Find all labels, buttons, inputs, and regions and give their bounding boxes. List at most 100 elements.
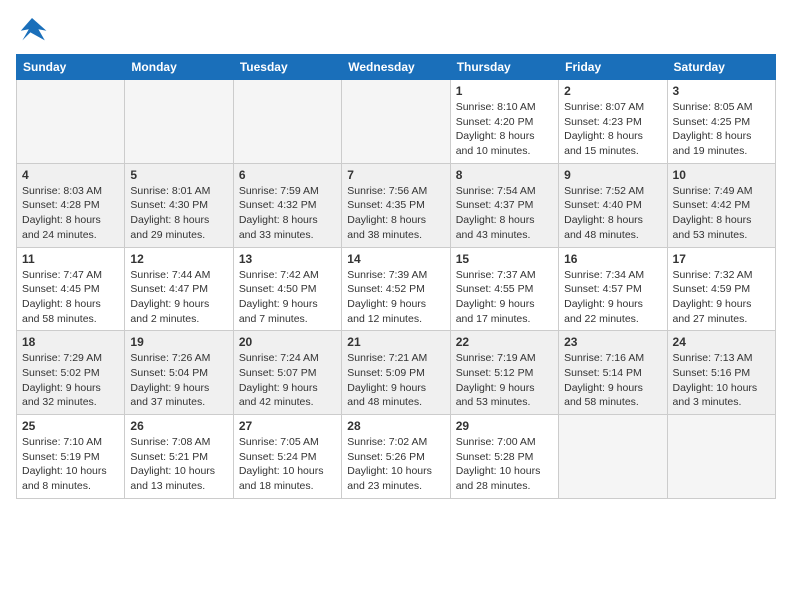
day-number: 19 (130, 335, 227, 349)
calendar-cell: 4 Sunrise: 8:03 AMSunset: 4:28 PMDaylight… (17, 163, 125, 247)
calendar-week-row: 4 Sunrise: 8:03 AMSunset: 4:28 PMDaylight… (17, 163, 776, 247)
calendar-col-header-sunday: Sunday (17, 55, 125, 80)
calendar-cell: 25 Sunrise: 7:10 AMSunset: 5:19 PMDayligh… (17, 415, 125, 499)
calendar-col-header-thursday: Thursday (450, 55, 558, 80)
day-info: Sunrise: 7:49 AMSunset: 4:42 PMDaylight:… (673, 184, 770, 243)
calendar-cell: 12Sunrise: 7:44 AMSunset: 4:47 PMDayligh… (125, 247, 233, 331)
calendar-cell: 13 Sunrise: 7:42 AMSunset: 4:50 PMDayligh… (233, 247, 341, 331)
calendar-cell (17, 80, 125, 164)
calendar-cell: 26 Sunrise: 7:08 AMSunset: 5:21 PMDayligh… (125, 415, 233, 499)
day-number: 16 (564, 252, 661, 266)
calendar-cell (667, 415, 775, 499)
day-info: Sunrise: 8:03 AMSunset: 4:28 PMDaylight:… (22, 184, 119, 243)
calendar-header-row: SundayMondayTuesdayWednesdayThursdayFrid… (17, 55, 776, 80)
calendar-cell (125, 80, 233, 164)
calendar-cell: 5Sunrise: 8:01 AMSunset: 4:30 PMDaylight… (125, 163, 233, 247)
day-number: 24 (673, 335, 770, 349)
day-number: 2 (564, 84, 661, 98)
calendar-cell: 14 Sunrise: 7:39 AMSunset: 4:52 PMDayligh… (342, 247, 450, 331)
page-header (16, 16, 776, 44)
day-number: 21 (347, 335, 444, 349)
day-info: Sunrise: 7:47 AMSunset: 4:45 PMDaylight:… (22, 268, 119, 327)
day-number: 20 (239, 335, 336, 349)
day-info: Sunrise: 7:05 AMSunset: 5:24 PMDaylight:… (239, 435, 336, 494)
calendar-week-row: 25 Sunrise: 7:10 AMSunset: 5:19 PMDayligh… (17, 415, 776, 499)
day-info: Sunrise: 7:26 AMSunset: 5:04 PMDaylight:… (130, 351, 227, 410)
calendar-cell: 22Sunrise: 7:19 AMSunset: 5:12 PMDayligh… (450, 331, 558, 415)
calendar-cell: 15 Sunrise: 7:37 AMSunset: 4:55 PMDayligh… (450, 247, 558, 331)
day-number: 9 (564, 168, 661, 182)
calendar-cell: 9 Sunrise: 7:52 AMSunset: 4:40 PMDaylight… (559, 163, 667, 247)
calendar-col-header-saturday: Saturday (667, 55, 775, 80)
day-number: 13 (239, 252, 336, 266)
day-info: Sunrise: 7:16 AMSunset: 5:14 PMDaylight:… (564, 351, 661, 410)
calendar-cell: 27 Sunrise: 7:05 AMSunset: 5:24 PMDayligh… (233, 415, 341, 499)
day-info: Sunrise: 7:10 AMSunset: 5:19 PMDaylight:… (22, 435, 119, 494)
day-info: Sunrise: 8:07 AMSunset: 4:23 PMDaylight:… (564, 100, 661, 159)
day-number: 4 (22, 168, 119, 182)
day-number: 15 (456, 252, 553, 266)
calendar-cell (233, 80, 341, 164)
calendar-cell: 11 Sunrise: 7:47 AMSunset: 4:45 PMDayligh… (17, 247, 125, 331)
day-number: 25 (22, 419, 119, 433)
day-info: Sunrise: 7:02 AMSunset: 5:26 PMDaylight:… (347, 435, 444, 494)
calendar-cell: 10 Sunrise: 7:49 AMSunset: 4:42 PMDayligh… (667, 163, 775, 247)
day-number: 26 (130, 419, 227, 433)
day-number: 28 (347, 419, 444, 433)
calendar-cell: 23 Sunrise: 7:16 AMSunset: 5:14 PMDayligh… (559, 331, 667, 415)
logo-bird-icon (16, 16, 48, 44)
day-info: Sunrise: 7:42 AMSunset: 4:50 PMDaylight:… (239, 268, 336, 327)
day-number: 3 (673, 84, 770, 98)
calendar-cell: 28 Sunrise: 7:02 AMSunset: 5:26 PMDayligh… (342, 415, 450, 499)
calendar-cell: 6Sunrise: 7:59 AMSunset: 4:32 PMDaylight… (233, 163, 341, 247)
day-info: Sunrise: 7:34 AMSunset: 4:57 PMDaylight:… (564, 268, 661, 327)
day-number: 27 (239, 419, 336, 433)
calendar-cell (559, 415, 667, 499)
calendar-cell: 2 Sunrise: 8:07 AMSunset: 4:23 PMDaylight… (559, 80, 667, 164)
day-number: 1 (456, 84, 553, 98)
calendar-cell: 21 Sunrise: 7:21 AMSunset: 5:09 PMDayligh… (342, 331, 450, 415)
calendar-week-row: 18Sunrise: 7:29 AMSunset: 5:02 PMDayligh… (17, 331, 776, 415)
calendar-col-header-monday: Monday (125, 55, 233, 80)
day-info: Sunrise: 7:54 AMSunset: 4:37 PMDaylight:… (456, 184, 553, 243)
calendar-cell: 29 Sunrise: 7:00 AMSunset: 5:28 PMDayligh… (450, 415, 558, 499)
calendar-col-header-wednesday: Wednesday (342, 55, 450, 80)
day-info: Sunrise: 7:39 AMSunset: 4:52 PMDaylight:… (347, 268, 444, 327)
day-info: Sunrise: 8:05 AMSunset: 4:25 PMDaylight:… (673, 100, 770, 159)
day-number: 5 (130, 168, 227, 182)
day-number: 11 (22, 252, 119, 266)
day-number: 18 (22, 335, 119, 349)
logo (16, 16, 52, 44)
calendar-week-row: 1 Sunrise: 8:10 AMSunset: 4:20 PMDaylight… (17, 80, 776, 164)
day-number: 14 (347, 252, 444, 266)
day-info: Sunrise: 7:13 AMSunset: 5:16 PMDaylight:… (673, 351, 770, 410)
day-info: Sunrise: 7:32 AMSunset: 4:59 PMDaylight:… (673, 268, 770, 327)
day-info: Sunrise: 7:21 AMSunset: 5:09 PMDaylight:… (347, 351, 444, 410)
day-number: 17 (673, 252, 770, 266)
calendar-cell: 18Sunrise: 7:29 AMSunset: 5:02 PMDayligh… (17, 331, 125, 415)
calendar-cell: 3 Sunrise: 8:05 AMSunset: 4:25 PMDaylight… (667, 80, 775, 164)
calendar-cell: 8Sunrise: 7:54 AMSunset: 4:37 PMDaylight… (450, 163, 558, 247)
calendar-cell: 16 Sunrise: 7:34 AMSunset: 4:57 PMDayligh… (559, 247, 667, 331)
day-info: Sunrise: 8:10 AMSunset: 4:20 PMDaylight:… (456, 100, 553, 159)
day-number: 22 (456, 335, 553, 349)
calendar-cell: 19 Sunrise: 7:26 AMSunset: 5:04 PMDayligh… (125, 331, 233, 415)
day-number: 29 (456, 419, 553, 433)
calendar-cell: 17 Sunrise: 7:32 AMSunset: 4:59 PMDayligh… (667, 247, 775, 331)
calendar-cell: 20 Sunrise: 7:24 AMSunset: 5:07 PMDayligh… (233, 331, 341, 415)
day-info: Sunrise: 7:00 AMSunset: 5:28 PMDaylight:… (456, 435, 553, 494)
day-info: Sunrise: 7:24 AMSunset: 5:07 PMDaylight:… (239, 351, 336, 410)
calendar-col-header-tuesday: Tuesday (233, 55, 341, 80)
calendar-table: SundayMondayTuesdayWednesdayThursdayFrid… (16, 54, 776, 499)
day-number: 23 (564, 335, 661, 349)
day-number: 7 (347, 168, 444, 182)
day-info: Sunrise: 7:37 AMSunset: 4:55 PMDaylight:… (456, 268, 553, 327)
calendar-col-header-friday: Friday (559, 55, 667, 80)
day-info: Sunrise: 7:56 AMSunset: 4:35 PMDaylight:… (347, 184, 444, 243)
day-info: Sunrise: 7:44 AMSunset: 4:47 PMDaylight:… (130, 268, 227, 327)
calendar-cell: 1 Sunrise: 8:10 AMSunset: 4:20 PMDaylight… (450, 80, 558, 164)
day-info: Sunrise: 7:08 AMSunset: 5:21 PMDaylight:… (130, 435, 227, 494)
calendar-cell: 7 Sunrise: 7:56 AMSunset: 4:35 PMDaylight… (342, 163, 450, 247)
day-info: Sunrise: 7:52 AMSunset: 4:40 PMDaylight:… (564, 184, 661, 243)
day-number: 10 (673, 168, 770, 182)
